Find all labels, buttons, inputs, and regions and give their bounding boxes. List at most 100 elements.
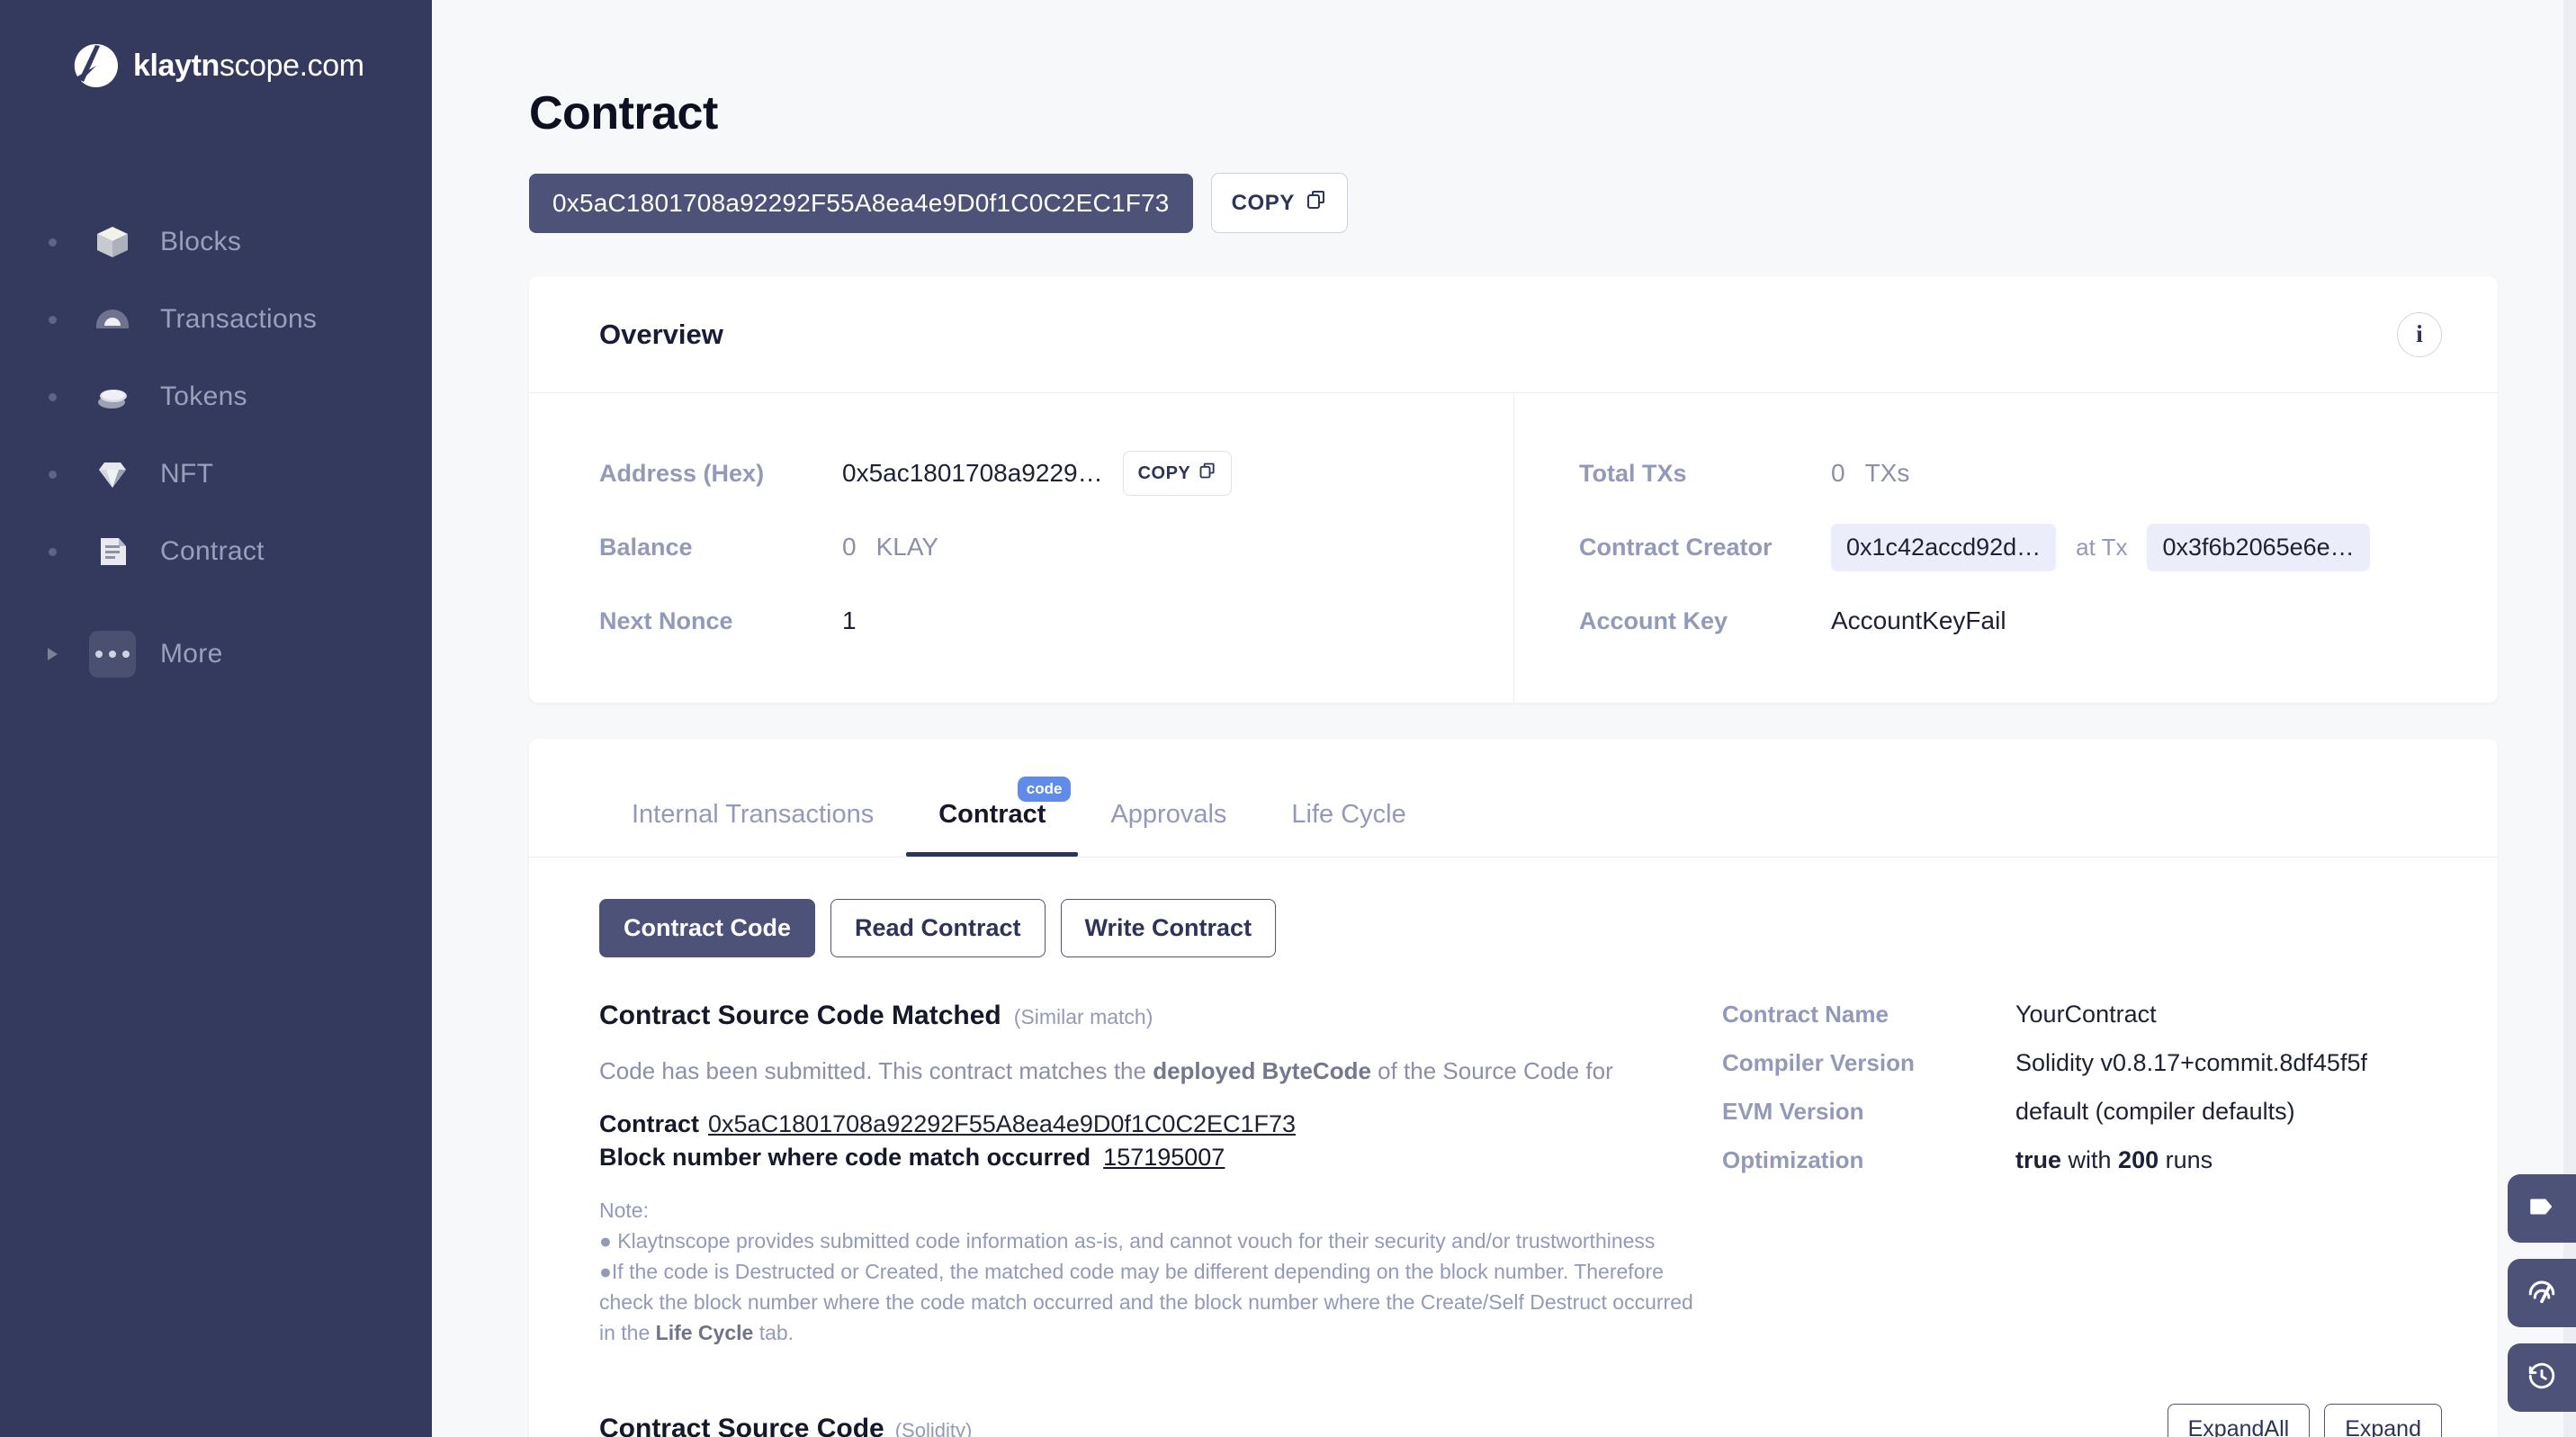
overview-value: 0 KLAY	[842, 533, 938, 561]
meta-value: Solidity v0.8.17+commit.8df45f5f	[1992, 1049, 2367, 1077]
source-buttons: ExpandAll Expand	[2168, 1404, 2442, 1437]
sidebar-item-contract[interactable]: Contract	[0, 513, 432, 590]
code-badge: code	[1018, 777, 1072, 802]
match-title: Contract Source Code Matched	[599, 1001, 1001, 1031]
bullet-dot-icon	[40, 316, 65, 324]
gauge-icon	[2527, 1276, 2557, 1311]
brand-logo[interactable]: klaytnscope.com	[0, 0, 432, 88]
meta-label: Contract Name	[1722, 1001, 1992, 1028]
meta-label: Optimization	[1722, 1146, 1992, 1174]
copy-address-hex-button[interactable]: COPY	[1123, 451, 1233, 496]
tag-icon-button[interactable]	[2508, 1174, 2576, 1243]
match-description: Code has been submitted. This contract m…	[599, 1055, 1697, 1089]
account-key-value: AccountKeyFail	[1831, 606, 2006, 635]
meta-label: Compiler Version	[1722, 1049, 1992, 1077]
contract-address-pill[interactable]: 0x5aC1801708a92292F55A8ea4e9D0f1C0C2EC1F…	[529, 174, 1193, 233]
brand-secondary: scope.com	[220, 49, 364, 83]
bullet-dot-icon	[40, 238, 65, 247]
overview-label: Next Nonce	[599, 607, 842, 635]
overview-header: Overview i	[529, 276, 2498, 393]
chevron-right-icon[interactable]	[40, 648, 65, 660]
sidebar-item-more[interactable]: More	[0, 615, 432, 693]
segment-write-contract[interactable]: Write Contract	[1061, 899, 1277, 957]
tab-life-cycle[interactable]: Life Cycle	[1259, 800, 1438, 857]
contract-card: Internal Transactions Contract code Appr…	[529, 739, 2498, 1437]
tab-approvals[interactable]: Approvals	[1078, 800, 1259, 857]
meta-row-evm-version: EVM Version default (compiler defaults)	[1722, 1098, 2442, 1146]
cube-icon	[85, 221, 140, 263]
tab-label: Approvals	[1110, 800, 1226, 829]
sidebar-item-tokens[interactable]: Tokens	[0, 358, 432, 436]
expand-all-button[interactable]: ExpandAll	[2168, 1404, 2311, 1437]
tab-internal-transactions[interactable]: Internal Transactions	[599, 800, 906, 857]
overview-card: Overview i Address (Hex) 0x5ac1801708a92…	[529, 276, 2498, 703]
meta-row-contract-name: Contract Name YourContract	[1722, 1001, 2442, 1049]
meta-value-optimization: true with 200 runs	[1992, 1146, 2212, 1174]
balance-unit: KLAY	[876, 533, 939, 561]
info-icon[interactable]: i	[2397, 312, 2442, 357]
source-title-row: Contract Source Code (Solidity)	[599, 1414, 972, 1437]
copy-icon	[1306, 189, 1327, 217]
overview-heading: Overview	[599, 319, 723, 351]
copy-button-label: COPY	[1232, 191, 1295, 216]
overview-value: AccountKeyFail	[1831, 606, 2006, 635]
overview-row-address: Address (Hex) 0x5ac1801708a9229… COPY	[599, 436, 1513, 510]
contract-segment-buttons: Contract Code Read Contract Write Contra…	[599, 899, 2442, 957]
main-content: Contract 0x5aC1801708a92292F55A8ea4e9D0f…	[432, 0, 2576, 1437]
optimization-runs: 200	[2118, 1146, 2159, 1173]
match-subtitle: (Similar match)	[1014, 1005, 1153, 1029]
match-desc-bold: deployed ByteCode	[1153, 1057, 1371, 1084]
history-icon	[2527, 1361, 2557, 1396]
creator-address-chip[interactable]: 0x1c42accd92d…	[1831, 524, 2056, 571]
note-2-bold: Life Cycle	[656, 1321, 754, 1344]
expand-button[interactable]: Expand	[2324, 1404, 2442, 1437]
overview-body: Address (Hex) 0x5ac1801708a9229… COPY	[529, 393, 2498, 703]
tab-contract[interactable]: Contract code	[906, 800, 1078, 857]
sidebar-item-nft[interactable]: NFT	[0, 436, 432, 513]
sidebar-item-transactions[interactable]: Transactions	[0, 281, 432, 358]
overview-label: Contract Creator	[1579, 534, 1831, 561]
bullet-dot-icon	[40, 393, 65, 401]
meta-row-optimization: Optimization true with 200 runs	[1722, 1146, 2442, 1195]
coins-icon	[85, 376, 140, 418]
overview-value: 0x1c42accd92d… at Tx 0x3f6b2065e6e…	[1831, 524, 2370, 571]
total-txs-unit: TXs	[1865, 459, 1910, 488]
contract-link-row: Contract 0x5aC1801708a92292F55A8ea4e9D0f1…	[599, 1110, 1697, 1138]
ellipsis-icon	[85, 631, 140, 678]
overview-value: 0x5ac1801708a9229… COPY	[842, 451, 1232, 496]
gauge-icon-button[interactable]	[2508, 1259, 2576, 1327]
overview-label: Account Key	[1579, 607, 1831, 635]
sidebar-item-blocks[interactable]: Blocks	[0, 203, 432, 281]
overview-label: Address (Hex)	[599, 460, 842, 488]
contract-link-label: Contract	[599, 1110, 699, 1137]
note-1-text: Klaytnscope provides submitted code info…	[617, 1229, 1655, 1253]
contract-tab-body: Contract Code Read Contract Write Contra…	[529, 858, 2498, 1437]
block-number-link[interactable]: 157195007	[1103, 1144, 1225, 1171]
optimization-flag: true	[2015, 1146, 2061, 1173]
copy-small-label: COPY	[1138, 463, 1191, 484]
tab-label: Internal Transactions	[632, 800, 874, 829]
page-title: Contract	[432, 0, 2576, 140]
segment-read-contract[interactable]: Read Contract	[830, 899, 1046, 957]
overview-row-balance: Balance 0 KLAY	[599, 510, 1513, 584]
sidebar-item-label: Contract	[160, 536, 265, 567]
overview-row-creator: Contract Creator 0x1c42accd92d… at Tx 0x…	[1579, 510, 2498, 584]
contract-match-left: Contract Source Code Matched (Similar ma…	[599, 1001, 1697, 1348]
source-subtitle: (Solidity)	[895, 1419, 973, 1437]
creator-tx-chip[interactable]: 0x3f6b2065e6e…	[2147, 524, 2369, 571]
brand-primary: klaytn	[133, 49, 220, 83]
note-section: Note: ● Klaytnscope provides submitted c…	[599, 1195, 1697, 1348]
history-icon-button[interactable]	[2508, 1343, 2576, 1412]
sidebar-item-label: NFT	[160, 459, 213, 489]
sidebar-nav: Blocks Transactions	[0, 203, 432, 693]
balance-value: 0	[842, 533, 857, 561]
overview-left-column: Address (Hex) 0x5ac1801708a9229… COPY	[529, 393, 1513, 703]
segment-contract-code[interactable]: Contract Code	[599, 899, 815, 957]
sidebar-item-label: Tokens	[160, 382, 247, 412]
sidebar-item-label: More	[160, 639, 223, 669]
diamond-icon	[85, 454, 140, 495]
meta-label: EVM Version	[1722, 1098, 1992, 1126]
contract-match-section: Contract Source Code Matched (Similar ma…	[599, 1001, 2442, 1348]
contract-address-link[interactable]: 0x5aC1801708a92292F55A8ea4e9D0f1C0C2EC1F…	[708, 1110, 1296, 1137]
copy-address-button[interactable]: COPY	[1211, 173, 1348, 233]
